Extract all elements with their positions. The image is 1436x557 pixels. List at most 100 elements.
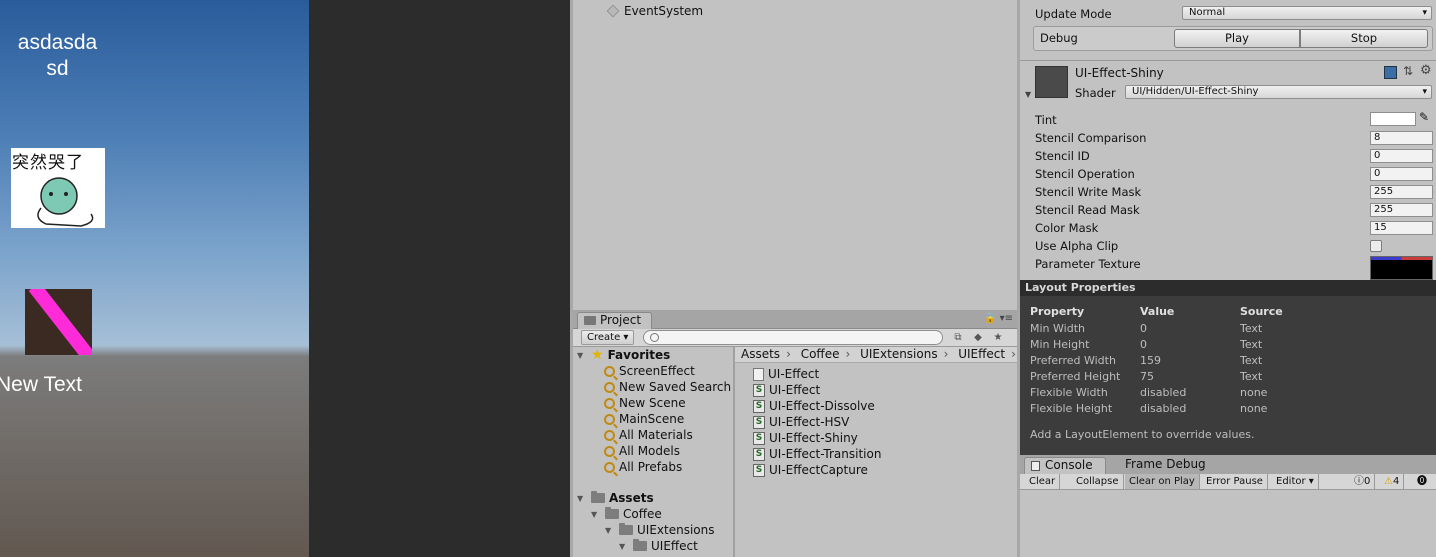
stencil-operation-field[interactable]: 0 — [1370, 167, 1433, 181]
favorite-star-icon[interactable]: ★ — [988, 330, 1008, 345]
stencil-id-field[interactable]: 0 — [1370, 149, 1433, 163]
cell-property: Flexible Width — [1030, 385, 1108, 399]
project-tabbar: Project 🔒 ▾≡ — [573, 310, 1017, 329]
asset-item[interactable]: S UI-Effect-Transition — [753, 446, 881, 462]
csharp-icon: S — [753, 463, 765, 477]
eyedropper-icon[interactable]: ✎ — [1419, 110, 1429, 124]
asset-item[interactable]: UI-Effect — [753, 366, 881, 382]
stencil-read-mask-field[interactable]: 255 — [1370, 203, 1433, 217]
clear-on-play-button[interactable]: Clear on Play — [1125, 474, 1200, 489]
panel-menu-icon[interactable]: 🔒 ▾≡ — [984, 313, 1013, 324]
warning-filter-toggle[interactable]: ⚠4 — [1380, 474, 1405, 489]
folder-icon — [584, 316, 596, 325]
favorite-item[interactable]: MainScene — [604, 412, 684, 426]
favorite-label: All Materials — [619, 428, 693, 442]
project-search-input[interactable] — [643, 330, 943, 345]
preset-sliders-icon[interactable]: ⇅ — [1403, 64, 1413, 78]
meme-image: 突然哭了 — [11, 148, 105, 228]
folder-icon — [591, 491, 605, 503]
cell-value: 0 — [1140, 321, 1147, 335]
filter-type-icon[interactable]: ⧉ — [948, 330, 968, 345]
favorite-item[interactable]: New Scene — [604, 396, 686, 410]
expand-arrow-icon[interactable]: ▼ — [591, 510, 601, 519]
breadcrumb-item[interactable]: Coffee — [801, 347, 840, 361]
breadcrumb-item[interactable]: UIExtensions — [860, 347, 937, 361]
favorite-label: All Prefabs — [619, 460, 683, 474]
update-mode-dropdown[interactable]: Normal — [1182, 6, 1432, 20]
search-icon — [604, 381, 615, 393]
layout-properties-title: Layout Properties — [1020, 280, 1436, 296]
tree-folder-uiextensions[interactable]: ▼ UIExtensions — [605, 523, 714, 537]
search-icon — [604, 445, 615, 457]
folder-icon — [605, 507, 619, 519]
update-mode-label: Update Mode — [1035, 7, 1112, 21]
breadcrumb-item[interactable]: Assets — [741, 347, 780, 361]
breadcrumb: Assets › Coffee › UIExtensions › UIEffect › — [735, 347, 1017, 363]
favorite-label: New Saved Search — [619, 380, 732, 394]
collapse-arrow-icon[interactable]: ▼ — [1025, 90, 1031, 99]
favorite-item[interactable]: All Materials — [604, 428, 693, 442]
asset-item[interactable]: S UI-EffectCapture — [753, 462, 881, 478]
search-icon — [604, 365, 615, 377]
stencil-write-mask-field[interactable]: 255 — [1370, 185, 1433, 199]
expand-arrow-icon[interactable]: ▼ — [605, 526, 615, 535]
create-button[interactable]: Create ▾ — [581, 330, 635, 345]
asset-item[interactable]: S UI-Effect-Shiny — [753, 430, 881, 446]
cell-property: Min Height — [1030, 337, 1090, 351]
csharp-icon: S — [753, 447, 765, 461]
filter-label-icon[interactable]: ◆ — [968, 330, 988, 345]
search-icon — [604, 397, 615, 409]
expand-arrow-icon[interactable]: ▼ — [577, 494, 587, 503]
parameter-texture-slot[interactable] — [1370, 256, 1433, 280]
info-filter-toggle[interactable]: ⓘ0 — [1350, 474, 1376, 489]
favorite-label: MainScene — [619, 412, 685, 426]
favorite-label: ScreenEffect — [619, 364, 695, 378]
favorite-item[interactable]: ScreenEffect — [604, 364, 695, 378]
asset-item[interactable]: S UI-Effect-HSV — [753, 414, 881, 430]
tint-color-field[interactable] — [1370, 112, 1416, 126]
material-name: UI-Effect-Shiny — [1075, 66, 1164, 80]
console-tabbar: Console Frame Debug — [1020, 455, 1436, 474]
asset-item[interactable]: S UI-Effect — [753, 382, 881, 398]
favorite-item[interactable]: New Saved Search — [604, 380, 731, 394]
help-book-icon[interactable] — [1384, 66, 1397, 79]
favorites-header[interactable]: ▼ ★ Favorites — [577, 348, 670, 362]
collapse-button[interactable]: Collapse — [1072, 474, 1124, 489]
color-mask-field[interactable]: 15 — [1370, 221, 1433, 235]
gear-icon[interactable]: ⚙ — [1420, 63, 1432, 78]
favorite-item[interactable]: All Models — [604, 444, 680, 458]
favorite-item[interactable]: All Prefabs — [604, 460, 682, 474]
error-filter-toggle[interactable]: ⓿ — [1413, 474, 1431, 489]
csharp-icon: S — [753, 415, 765, 429]
debug-box: Debug Play Stop — [1033, 26, 1433, 51]
stop-button[interactable]: Stop — [1300, 29, 1428, 48]
tab-console[interactable]: Console — [1024, 457, 1106, 474]
hierarchy-panel: EventSystem — [570, 0, 1017, 310]
cell-source: none — [1240, 385, 1268, 399]
hierarchy-item-eventsystem[interactable]: EventSystem — [606, 4, 703, 18]
clear-button[interactable]: Clear — [1025, 474, 1061, 489]
panel-splitter[interactable] — [733, 347, 735, 557]
assets-header[interactable]: ▼ Assets — [577, 491, 654, 505]
prop-label: Stencil ID — [1035, 149, 1090, 163]
expand-arrow-icon[interactable]: ▼ — [619, 542, 629, 551]
shader-dropdown[interactable]: UI/Hidden/UI-Effect-Shiny — [1125, 85, 1432, 99]
breadcrumb-item[interactable]: UIEffect — [958, 347, 1005, 361]
tab-project[interactable]: Project — [577, 312, 653, 329]
game-text-block: asdasda sd — [0, 30, 115, 82]
expand-arrow-icon[interactable]: ▼ — [577, 351, 587, 360]
warning-icon: ⚠ — [1384, 476, 1393, 487]
layout-footer-hint: Add a LayoutElement to override values. — [1030, 428, 1255, 441]
stencil-comparison-field[interactable]: 8 — [1370, 131, 1433, 145]
cell-value: disabled — [1140, 385, 1187, 399]
tree-folder-uieffect[interactable]: ▼ UIEffect — [619, 539, 698, 553]
asset-item[interactable]: S UI-Effect-Dissolve — [753, 398, 881, 414]
play-button[interactable]: Play — [1174, 29, 1300, 48]
editor-dropdown[interactable]: Editor ▾ — [1272, 474, 1319, 489]
asset-label: UI-Effect — [769, 383, 821, 397]
error-pause-button[interactable]: Error Pause — [1202, 474, 1268, 489]
tab-frame-debug[interactable]: Frame Debug — [1125, 457, 1206, 474]
asset-label: UI-EffectCapture — [769, 463, 868, 477]
use-alpha-clip-checkbox[interactable] — [1370, 240, 1382, 252]
tree-folder-coffee[interactable]: ▼ Coffee — [591, 507, 662, 521]
